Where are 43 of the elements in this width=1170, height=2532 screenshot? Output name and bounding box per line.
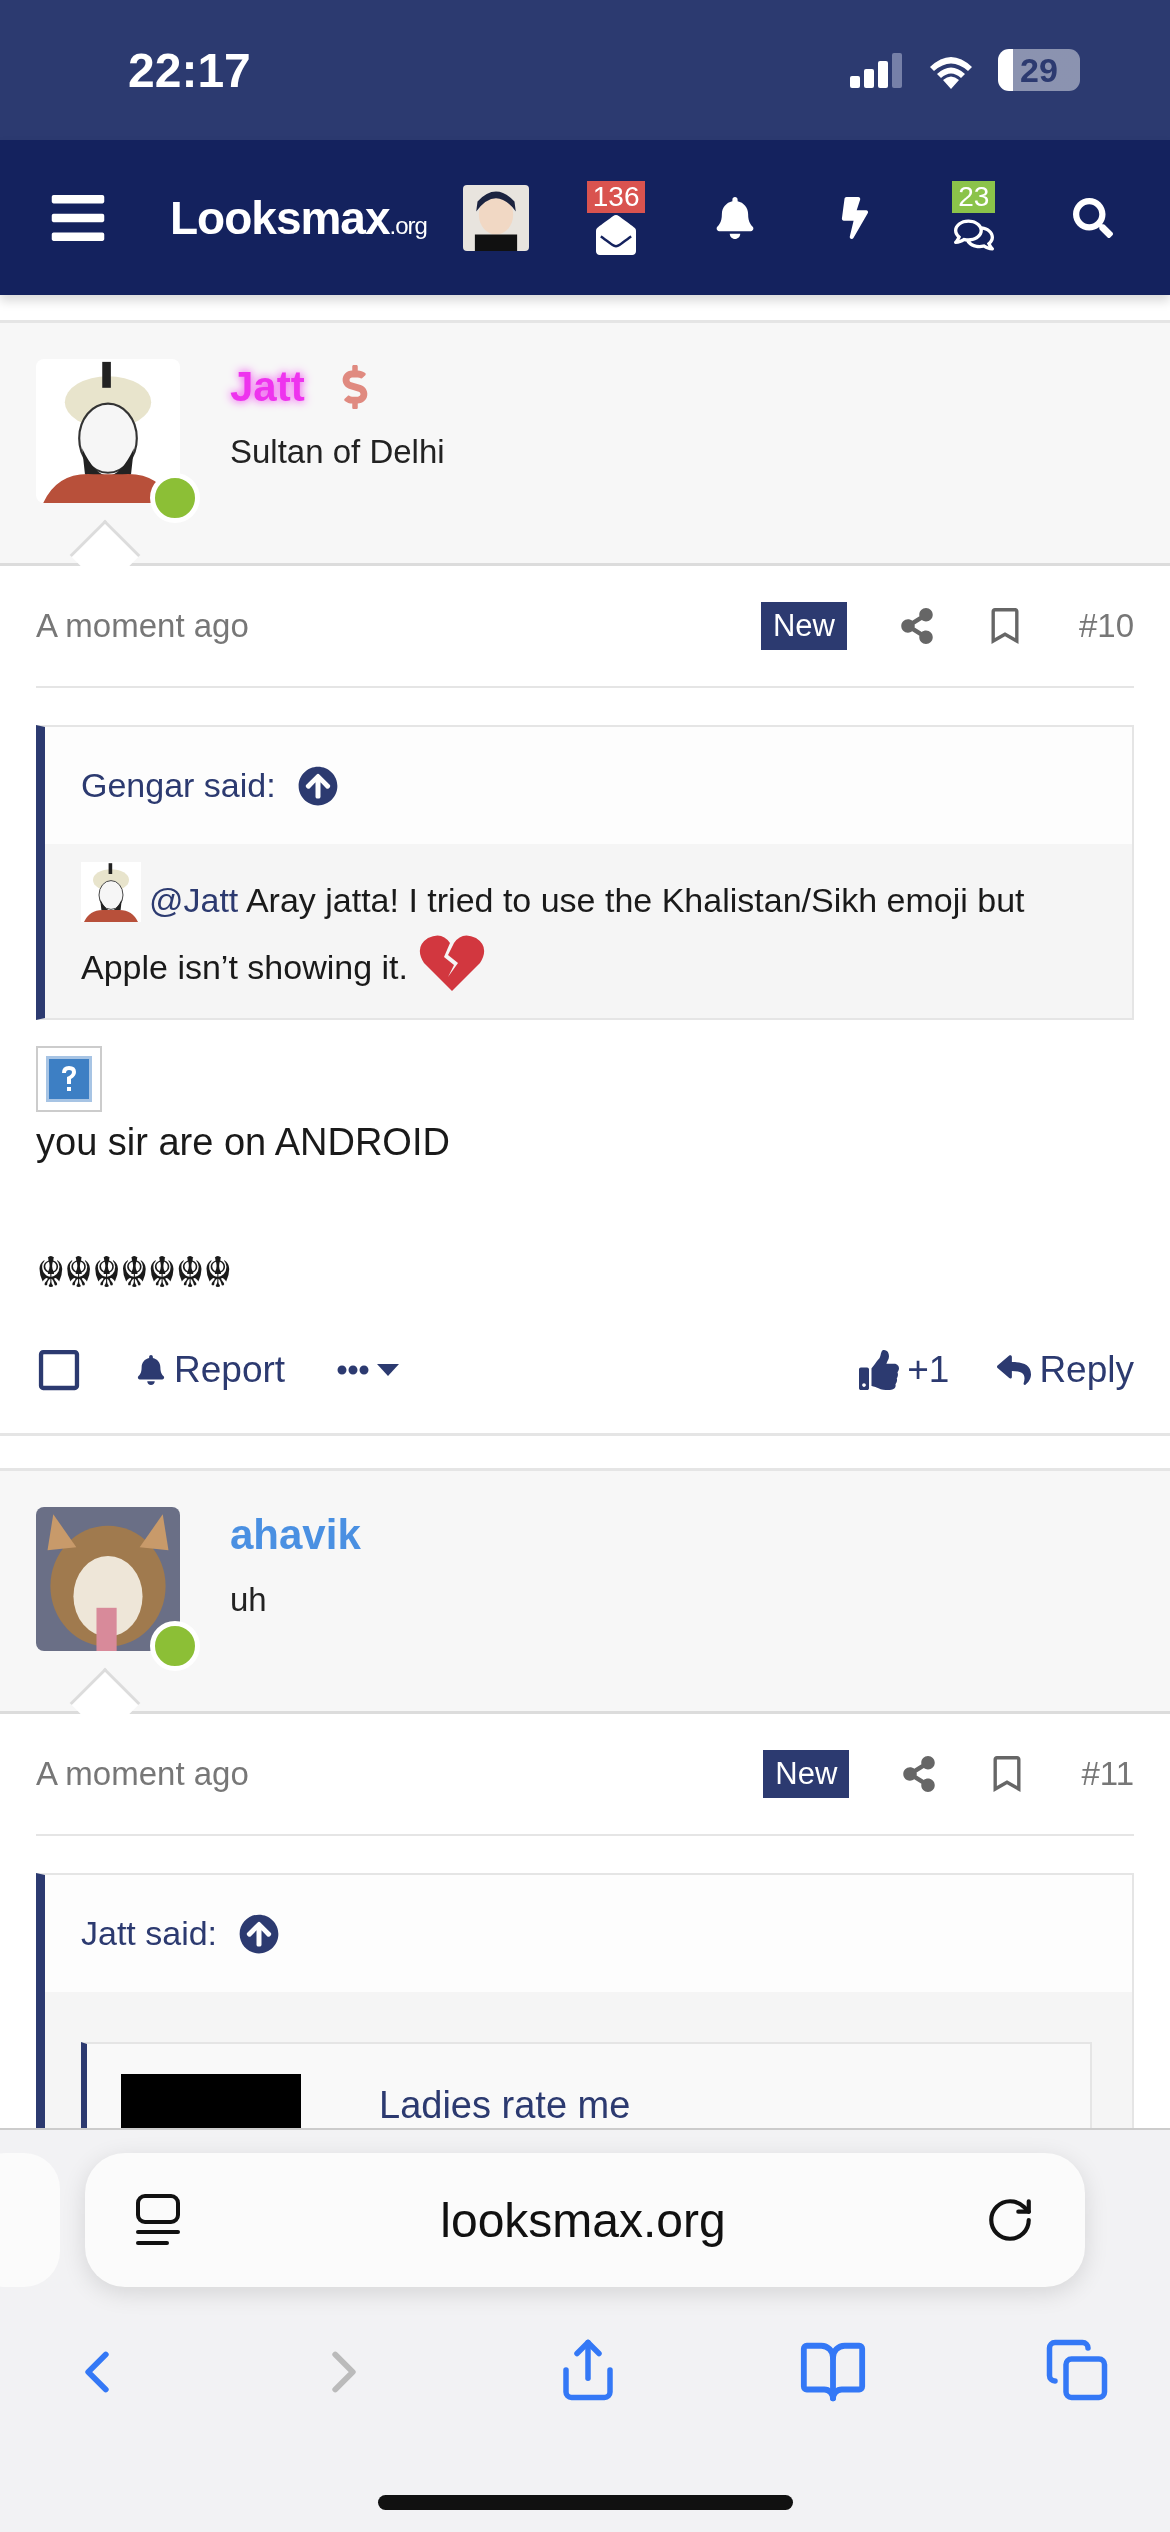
status-time: 22:17 bbox=[128, 42, 251, 98]
inbox-icon bbox=[596, 214, 637, 255]
account-avatar[interactable] bbox=[462, 184, 529, 251]
reply-icon bbox=[997, 1353, 1032, 1387]
post-time: A moment ago bbox=[36, 607, 250, 645]
thread-link[interactable]: Ladies rate me bbox=[379, 2084, 631, 2127]
post-number[interactable]: #11 bbox=[1081, 1755, 1134, 1793]
caret-icon bbox=[377, 1364, 400, 1376]
count-badge: 136 bbox=[586, 180, 646, 213]
like-button[interactable]: +1 bbox=[859, 1349, 950, 1391]
report-button[interactable]: Report bbox=[136, 1349, 286, 1391]
share-icon[interactable] bbox=[901, 1756, 938, 1792]
empty-box-icon bbox=[36, 1347, 82, 1393]
post-time: A moment ago bbox=[36, 1755, 250, 1793]
mention-link[interactable]: @Jatt bbox=[149, 881, 239, 919]
url-text: looksmax.org bbox=[439, 2192, 727, 2248]
post-text: you sir are on ANDROID bbox=[36, 1120, 451, 1165]
reply-button[interactable]: Reply bbox=[997, 1349, 1134, 1391]
arrow-up-icon[interactable] bbox=[297, 765, 338, 806]
new-badge: New bbox=[763, 1750, 850, 1798]
search-icon bbox=[1073, 197, 1113, 238]
user-title: Sultan of Delhi bbox=[230, 433, 445, 471]
signal-icon bbox=[850, 52, 904, 88]
quote-text: @Jatt Aray jatta! I tried to use the Khalistan/Sikh emoji but Apple isn’t showing it. bbox=[81, 862, 1112, 1000]
quote-author-link[interactable]: Gengar said: bbox=[81, 766, 276, 805]
page-menu-icon bbox=[135, 2193, 181, 2247]
battery-percent: 29 bbox=[1020, 50, 1058, 90]
inbox-button[interactable]: 136 bbox=[584, 180, 649, 255]
quote-author-link[interactable]: Jatt said: bbox=[81, 1914, 218, 1953]
user-title: uh bbox=[230, 1581, 268, 1619]
bell-icon bbox=[136, 1355, 166, 1385]
arrow-up-icon[interactable] bbox=[239, 1913, 280, 1954]
new-badge: New bbox=[760, 602, 847, 650]
thumbs-up-icon bbox=[859, 1350, 900, 1390]
question-icon bbox=[46, 1056, 92, 1102]
site-logo[interactable]: Looksmax.org bbox=[170, 190, 427, 245]
address-bar[interactable]: looksmax.org bbox=[85, 2153, 1085, 2287]
post-number[interactable]: #10 bbox=[1078, 607, 1134, 645]
share-icon[interactable] bbox=[898, 608, 935, 644]
select-checkbox[interactable] bbox=[36, 1347, 82, 1393]
post-symbols: ☬☬☬☬☬☬☬ bbox=[36, 1248, 232, 1297]
tabs-icon bbox=[1044, 2337, 1110, 2403]
count-badge: 23 bbox=[952, 180, 996, 213]
